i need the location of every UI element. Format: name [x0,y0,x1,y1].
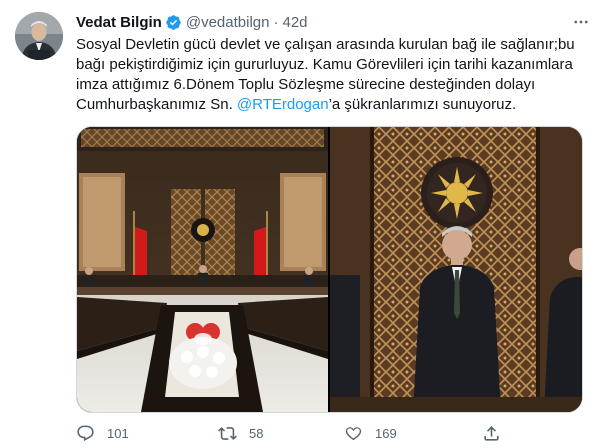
official-portrait-image [330,127,582,412]
share-icon [484,425,499,441]
retweet-icon [218,426,237,440]
reply-icon [77,425,94,441]
tweet-text-last-line: Cumhurbaşkanımız Sn. @RTErdogan’a şükran… [76,95,596,115]
tweet-text-suffix: ’a şükranlarımızı sunuyoruz. [328,96,517,113]
tweet-text-line: bağı pekiştirdiğimiz için gururluyuz. Ka… [76,56,573,73]
header-separator: · [273,13,279,31]
reply-button[interactable]: 101 [76,423,129,443]
meeting-room-photo[interactable] [77,127,328,412]
tweet-text-prefix: Cumhurbaşkanımız Sn. [76,96,237,113]
tweet-text-line: imza attığımız 6.Dönem Toplu Sözleşme sü… [76,76,536,93]
author-name[interactable]: Vedat Bilgin [76,14,162,31]
media-grid [76,126,583,413]
tweet-timestamp[interactable]: 42d [282,14,307,31]
like-button[interactable]: 169 [344,423,397,443]
tweet-text-line: Sosyal Devletin gücü devlet ve çalışan a… [76,36,575,53]
like-count: 169 [375,425,397,441]
retweet-button[interactable]: 58 [218,423,263,443]
mention-link[interactable]: @RTErdogan [237,96,329,113]
reply-count: 101 [107,425,129,441]
official-portrait-photo[interactable] [330,127,582,412]
tweet-header: Vedat Bilgin @vedatbilgn · 42d [76,12,590,32]
share-button[interactable] [482,423,501,443]
verified-badge-icon [166,14,181,30]
avatar[interactable] [15,12,63,60]
tweet-actions: 101 58 169 [76,423,581,443]
tweet-text: Sosyal Devletin gücü devlet ve çalışan a… [76,35,596,115]
author-handle[interactable]: @vedatbilgn [186,14,270,31]
more-icon [574,20,588,24]
retweet-count: 58 [249,425,264,441]
like-icon [345,426,362,440]
more-options-button[interactable] [570,12,592,32]
meeting-room-image [77,127,328,412]
avatar-image [15,12,63,60]
